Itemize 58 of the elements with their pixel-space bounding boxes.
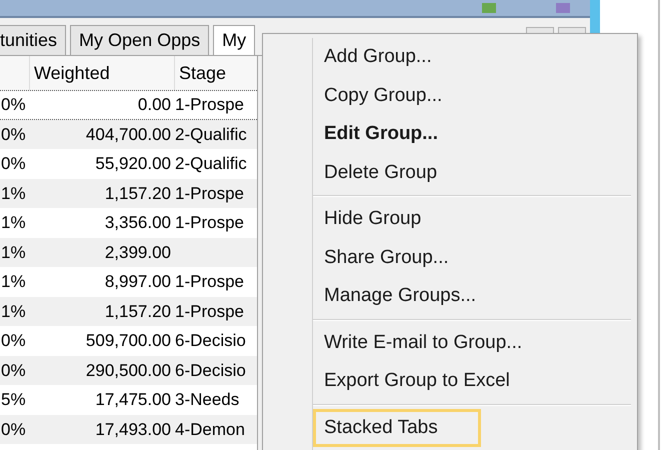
- tab[interactable]: My Open Opps: [70, 25, 210, 55]
- table-cell-text: 1-Prospe: [175, 94, 245, 116]
- table-cell-text: 1%: [0, 212, 27, 234]
- menu-item[interactable]: Add Group...: [313, 38, 475, 76]
- table-cell-text: 0%: [0, 124, 27, 146]
- column-header[interactable]: Stage: [175, 56, 257, 90]
- table-cell-text: 290,500.00: [84, 360, 172, 382]
- table-row[interactable]: 0% 290,500.00 6-Decisio: [0, 356, 257, 385]
- app-icon[interactable]: [482, 3, 496, 13]
- table-cell-text: 2,399.00: [104, 242, 172, 264]
- table-cell-text: 0%: [0, 330, 27, 352]
- table-cell-text: 1-Prospe: [175, 212, 245, 234]
- table-cell-text: 4-Demon: [175, 418, 246, 440]
- table-row[interactable]: 1% 2,399.00: [0, 238, 257, 267]
- table-row[interactable]: 0% 0.00 1-Prospe: [0, 90, 257, 120]
- menu-item[interactable]: Delete Group: [313, 154, 480, 192]
- table-cell-text: 2-Qualific: [175, 153, 248, 175]
- menu-item[interactable]: Hide Group: [313, 200, 464, 238]
- table-cell-text: 3,356.00: [104, 212, 172, 234]
- table-cell-text: 5%: [0, 389, 27, 411]
- table-cell-text: 1-Prospe: [175, 182, 245, 204]
- table-cell-text: 0%: [0, 153, 27, 175]
- tab[interactable]: My: [213, 25, 256, 55]
- table-cell-text: 8,997.00: [104, 271, 172, 293]
- table-cell-text: 404,700.00: [84, 124, 172, 146]
- table-cell-text: 17,475.00: [94, 389, 172, 411]
- tab[interactable]: tunities: [0, 25, 66, 55]
- table-cell-text: 1%: [0, 182, 27, 204]
- table-cell-text: 509,700.00: [84, 330, 172, 352]
- table-row[interactable]: 0% 404,700.00 2-Qualific: [0, 120, 257, 149]
- menu-item[interactable]: Copy Group...: [313, 76, 486, 115]
- table-cell-text: 6-Decisio: [175, 330, 247, 352]
- table-cell-text: 0%: [0, 94, 27, 116]
- table-row[interactable]: 1% 1,157.20 1-Prospe: [0, 296, 257, 326]
- table-cell-text: 1%: [0, 242, 27, 264]
- table-cell-text: 1,157.20: [104, 300, 172, 322]
- menu-item[interactable]: Stacked Tabs: [313, 408, 481, 447]
- table-cell-text: 0.00: [136, 94, 172, 116]
- table-cell-text: 2-Qualific: [175, 124, 248, 146]
- table-cell-text: 1,157.20: [104, 182, 172, 204]
- table-cell-text: 17,493.00: [94, 418, 172, 440]
- menu-item[interactable]: Edit Group...: [313, 115, 481, 154]
- window-icon[interactable]: [556, 3, 570, 13]
- table-cell-text: 3-Needs: [175, 389, 240, 411]
- table-cell-text: 55,920.00: [94, 153, 172, 175]
- table-cell-text: 1%: [0, 271, 27, 293]
- menu-item[interactable]: Manage Groups...: [313, 277, 520, 316]
- table-cell-text: 0%: [0, 360, 27, 382]
- menu-item[interactable]: Share Group...: [313, 238, 492, 277]
- menu-item[interactable]: Write E-mail to Group...: [313, 324, 566, 362]
- table-cell-text: 1%: [0, 300, 27, 322]
- menu-item[interactable]: Export Group to Excel: [313, 362, 553, 400]
- table-row[interactable]: 0% 17,493.00 4-Demon: [0, 414, 257, 444]
- table-cell-text: 6-Decisio: [175, 360, 247, 382]
- table-cell-text: 0%: [0, 418, 27, 440]
- table-row[interactable]: 1% 1,157.20 1-Prospe: [0, 178, 257, 208]
- table-cell-text: 1-Prospe: [175, 271, 245, 293]
- table-cell-text: 1-Prospe: [175, 300, 245, 322]
